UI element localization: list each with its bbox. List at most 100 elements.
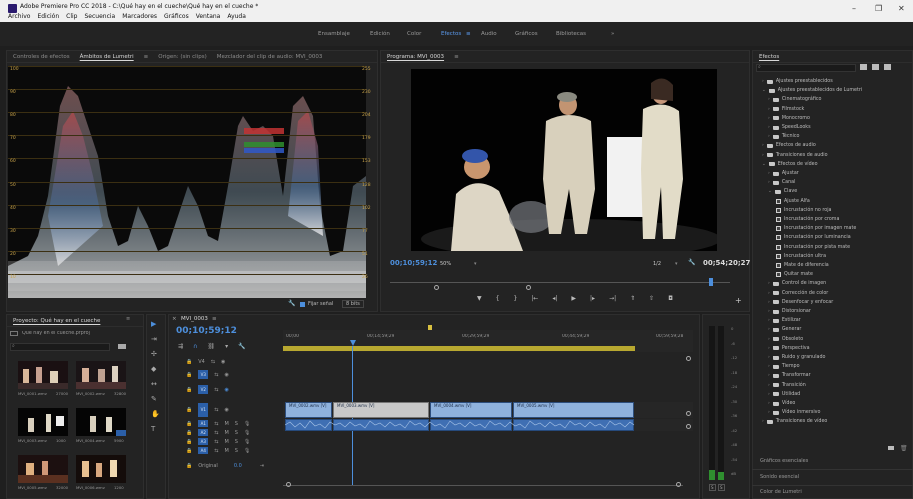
linked-selection-icon[interactable]: ⛓ xyxy=(207,343,215,350)
effects-panel-title[interactable]: Efectos xyxy=(759,54,779,60)
effects-tree-item[interactable]: › Filmstock xyxy=(758,107,804,112)
sync-icon[interactable]: ⇆ xyxy=(214,421,218,427)
chevron-right-icon[interactable]: › xyxy=(768,318,770,323)
sequence-tab[interactable]: MVI_0003 xyxy=(181,316,208,322)
slip-tool-icon[interactable]: ↔ xyxy=(151,380,160,388)
chevron-right-icon[interactable]: › xyxy=(768,125,770,130)
video-clip[interactable]: MVI_0004.wmv [V] xyxy=(430,402,512,418)
effects-tree-item[interactable]: › Utilidad xyxy=(758,392,800,397)
eye-icon[interactable]: ◉ xyxy=(221,359,225,365)
lock-icon[interactable]: 🔒 xyxy=(186,421,192,427)
effects-tree-item[interactable]: › SpeedLooks xyxy=(758,125,811,130)
eye-icon[interactable]: ◉ xyxy=(224,387,228,393)
track-label[interactable]: V2 xyxy=(198,385,209,394)
solo-left-button[interactable]: S xyxy=(709,484,716,491)
workspace-tab-bibliotecas[interactable]: Bibliotecas xyxy=(556,31,586,37)
effects-tree-item[interactable]: Mate de diferencia xyxy=(758,263,829,268)
go-to-end-icon[interactable]: ⇥ xyxy=(260,463,264,469)
microphone-icon[interactable]: 🎙 xyxy=(244,448,250,454)
project-menu-icon[interactable]: ≡ xyxy=(126,316,130,322)
new-bin-folder-icon[interactable] xyxy=(888,446,894,450)
mark-out-icon[interactable]: } xyxy=(513,295,517,302)
microphone-icon[interactable]: 🎙 xyxy=(244,439,250,445)
chevron-right-icon[interactable]: › xyxy=(768,327,770,332)
sync-icon[interactable]: ⇆ xyxy=(214,439,218,445)
sync-icon[interactable]: ⇆ xyxy=(214,372,218,378)
chevron-right-icon[interactable]: › xyxy=(762,419,764,424)
effects-tree-item[interactable]: › Monocromo xyxy=(758,116,810,121)
effects-search-input[interactable] xyxy=(756,64,856,72)
chevron-right-icon[interactable]: › xyxy=(768,346,770,351)
microphone-icon[interactable]: 🎙 xyxy=(244,430,250,436)
effects-tree-item[interactable]: Quitar mate xyxy=(758,272,813,278)
track-label[interactable]: A4 xyxy=(198,447,209,454)
chevron-right-icon[interactable]: › xyxy=(768,364,770,369)
clamp-checkbox[interactable] xyxy=(300,302,305,307)
solo-button[interactable]: S xyxy=(235,430,238,436)
solo-right-button[interactable]: S xyxy=(718,484,725,491)
bit-depth-select[interactable]: 8 bits xyxy=(342,300,364,308)
effects-tree-item[interactable]: › Ruido y granulado xyxy=(758,355,825,360)
sync-icon[interactable]: ⇆ xyxy=(214,407,218,413)
track-label[interactable]: A2 xyxy=(198,429,209,436)
program-video-frame[interactable] xyxy=(411,69,717,251)
tab-controles-efectos[interactable]: Controles de efectos xyxy=(13,54,70,60)
sequence-menu-icon[interactable]: ≡ xyxy=(212,316,217,322)
lock-icon[interactable]: 🔒 xyxy=(186,387,192,393)
project-thumbnail[interactable] xyxy=(18,455,68,483)
yuv-effects-icon[interactable] xyxy=(884,64,891,70)
new-bin-from-search-icon[interactable] xyxy=(118,344,126,349)
effects-tree-item[interactable]: › Obsoleto xyxy=(758,337,803,342)
work-area-bar[interactable] xyxy=(283,346,635,351)
chevron-right-icon[interactable]: › xyxy=(768,171,770,176)
menu-ayuda[interactable]: Ayuda xyxy=(227,13,246,20)
effects-tree-item[interactable]: Incrustación por pista mate xyxy=(758,244,850,250)
program-menu-icon[interactable]: ≡ xyxy=(454,54,459,60)
32bit-effects-icon[interactable] xyxy=(872,64,879,70)
workspace-menu-icon[interactable]: ≡ xyxy=(466,31,471,37)
selection-tool-icon[interactable]: ▶ xyxy=(151,320,160,328)
menu-secuencia[interactable]: Secuencia xyxy=(85,13,116,20)
chevron-right-icon[interactable]: › xyxy=(762,79,764,84)
zoom-chevron-down-icon[interactable]: ▾ xyxy=(474,261,477,267)
hand-tool-icon[interactable]: ✋ xyxy=(151,410,160,418)
lock-icon[interactable]: 🔒 xyxy=(186,430,192,436)
sync-icon[interactable]: ⇆ xyxy=(211,359,215,365)
workspace-more-icon[interactable]: » xyxy=(611,31,614,37)
effects-tree-item[interactable]: › Distorsionar xyxy=(758,309,811,314)
master-volume[interactable]: 0.0 xyxy=(234,463,242,469)
settings-wrench-icon[interactable]: 🔧 xyxy=(688,259,695,266)
program-monitor-title[interactable]: Programa: MVI_0003 xyxy=(387,54,444,60)
timeline-close-icon[interactable]: × xyxy=(172,316,177,322)
horizontal-scrollbar[interactable] xyxy=(283,485,683,486)
lock-icon[interactable]: 🔒 xyxy=(186,407,192,413)
eye-icon[interactable]: ◉ xyxy=(224,407,228,413)
effects-tree-item[interactable]: › Vídeo inmersivo xyxy=(758,410,820,415)
project-thumbnail[interactable] xyxy=(18,408,68,436)
effects-tree-item[interactable]: Incrustación ultra xyxy=(758,253,826,259)
workspace-tab-audio[interactable]: Audio xyxy=(481,31,497,37)
chevron-right-icon[interactable]: › xyxy=(768,291,770,296)
chevron-right-icon[interactable]: › xyxy=(768,355,770,360)
chevron-right-icon[interactable]: › xyxy=(768,116,770,121)
effects-tree-item[interactable]: › Vídeo xyxy=(758,401,795,406)
chevron-right-icon[interactable]: › xyxy=(768,180,770,185)
chevron-down-icon[interactable]: ⌄ xyxy=(762,88,766,93)
step-back-icon[interactable]: ◂| xyxy=(552,295,557,302)
play-icon[interactable]: ▶ xyxy=(571,295,576,302)
tab-mezclador-audio[interactable]: Mezclador del clip de audio: MVI_0003 xyxy=(217,54,323,60)
effects-tree-item[interactable]: › Desenfocar y enfocar xyxy=(758,300,833,305)
razor-tool-icon[interactable]: ◆ xyxy=(151,365,160,373)
monitor-zoom-handle-left[interactable] xyxy=(434,285,439,290)
effects-tree-item[interactable]: › Transición xyxy=(758,383,806,388)
video-clip[interactable]: MVI_0002.wmv [V] xyxy=(285,402,332,418)
monitor-zoom-handle-right[interactable] xyxy=(526,285,531,290)
video-clip[interactable]: MVI_0005.wmv [V] xyxy=(513,402,634,418)
track-label[interactable]: V1 xyxy=(198,403,209,417)
button-editor-plus-icon[interactable]: + xyxy=(735,296,742,305)
microphone-icon[interactable]: 🎙 xyxy=(244,421,250,427)
track-select-tool-icon[interactable]: ⇥ xyxy=(151,335,160,343)
in-out-marker[interactable] xyxy=(428,325,432,330)
effects-tree-item[interactable]: ⌄ Clave xyxy=(758,189,797,194)
panel-sonido-esencial[interactable]: Sonido esencial xyxy=(760,474,799,480)
